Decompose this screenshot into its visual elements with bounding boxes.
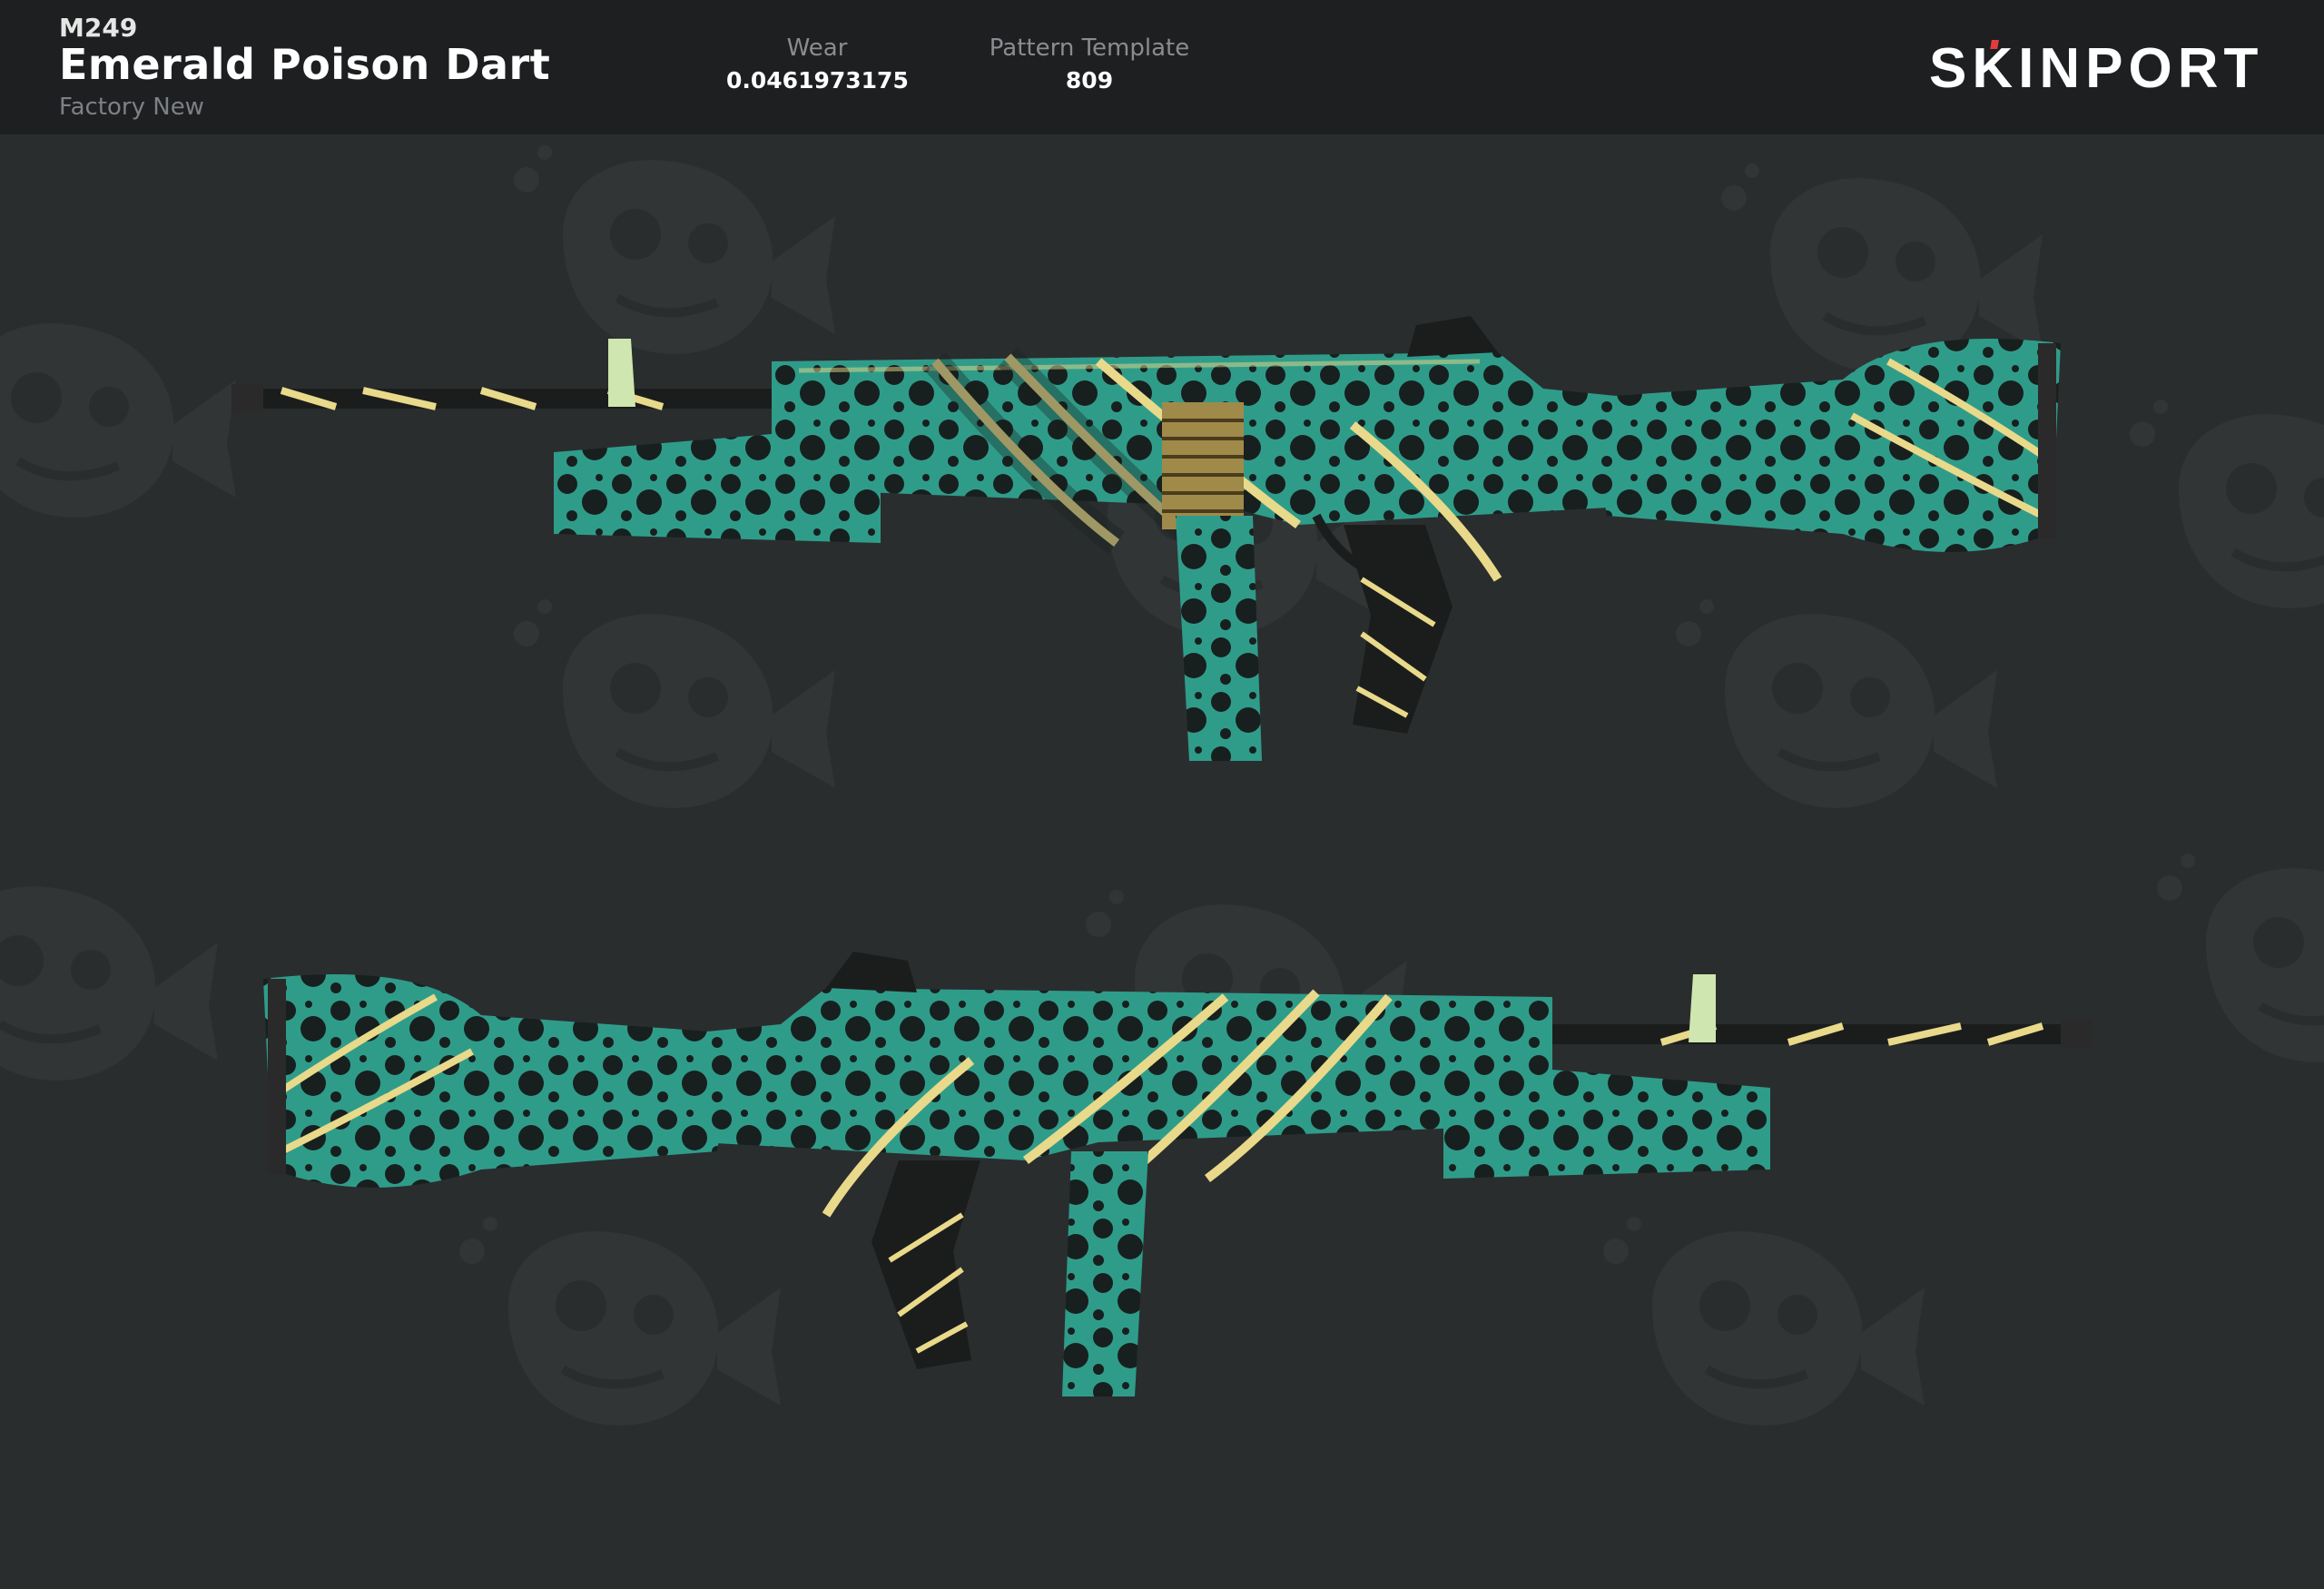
weapon-stage xyxy=(0,134,2324,1589)
weapon-type: M249 xyxy=(59,13,138,43)
m249-weapon-image-icon xyxy=(231,316,2061,761)
wear-label: Wear xyxy=(786,35,848,62)
skinport-logo: SKINPORT xyxy=(1929,37,2263,98)
m249-weapon-image-mirrored-icon xyxy=(263,952,2093,1397)
pattern-value: 809 xyxy=(1065,67,1114,94)
pattern-label: Pattern Template xyxy=(989,35,1190,62)
pattern-stat: Pattern Template 809 xyxy=(971,35,1207,94)
skin-name: Emerald Poison Dart xyxy=(59,40,551,89)
exterior-label: Factory New xyxy=(59,94,204,121)
item-header: M249 Emerald Poison Dart Factory New Wea… xyxy=(0,0,2324,134)
svg-text:SKINPORT: SKINPORT xyxy=(1929,37,2263,98)
wear-value: 0.0461973175 xyxy=(726,67,909,94)
wear-stat: Wear 0.0461973175 xyxy=(726,35,909,94)
